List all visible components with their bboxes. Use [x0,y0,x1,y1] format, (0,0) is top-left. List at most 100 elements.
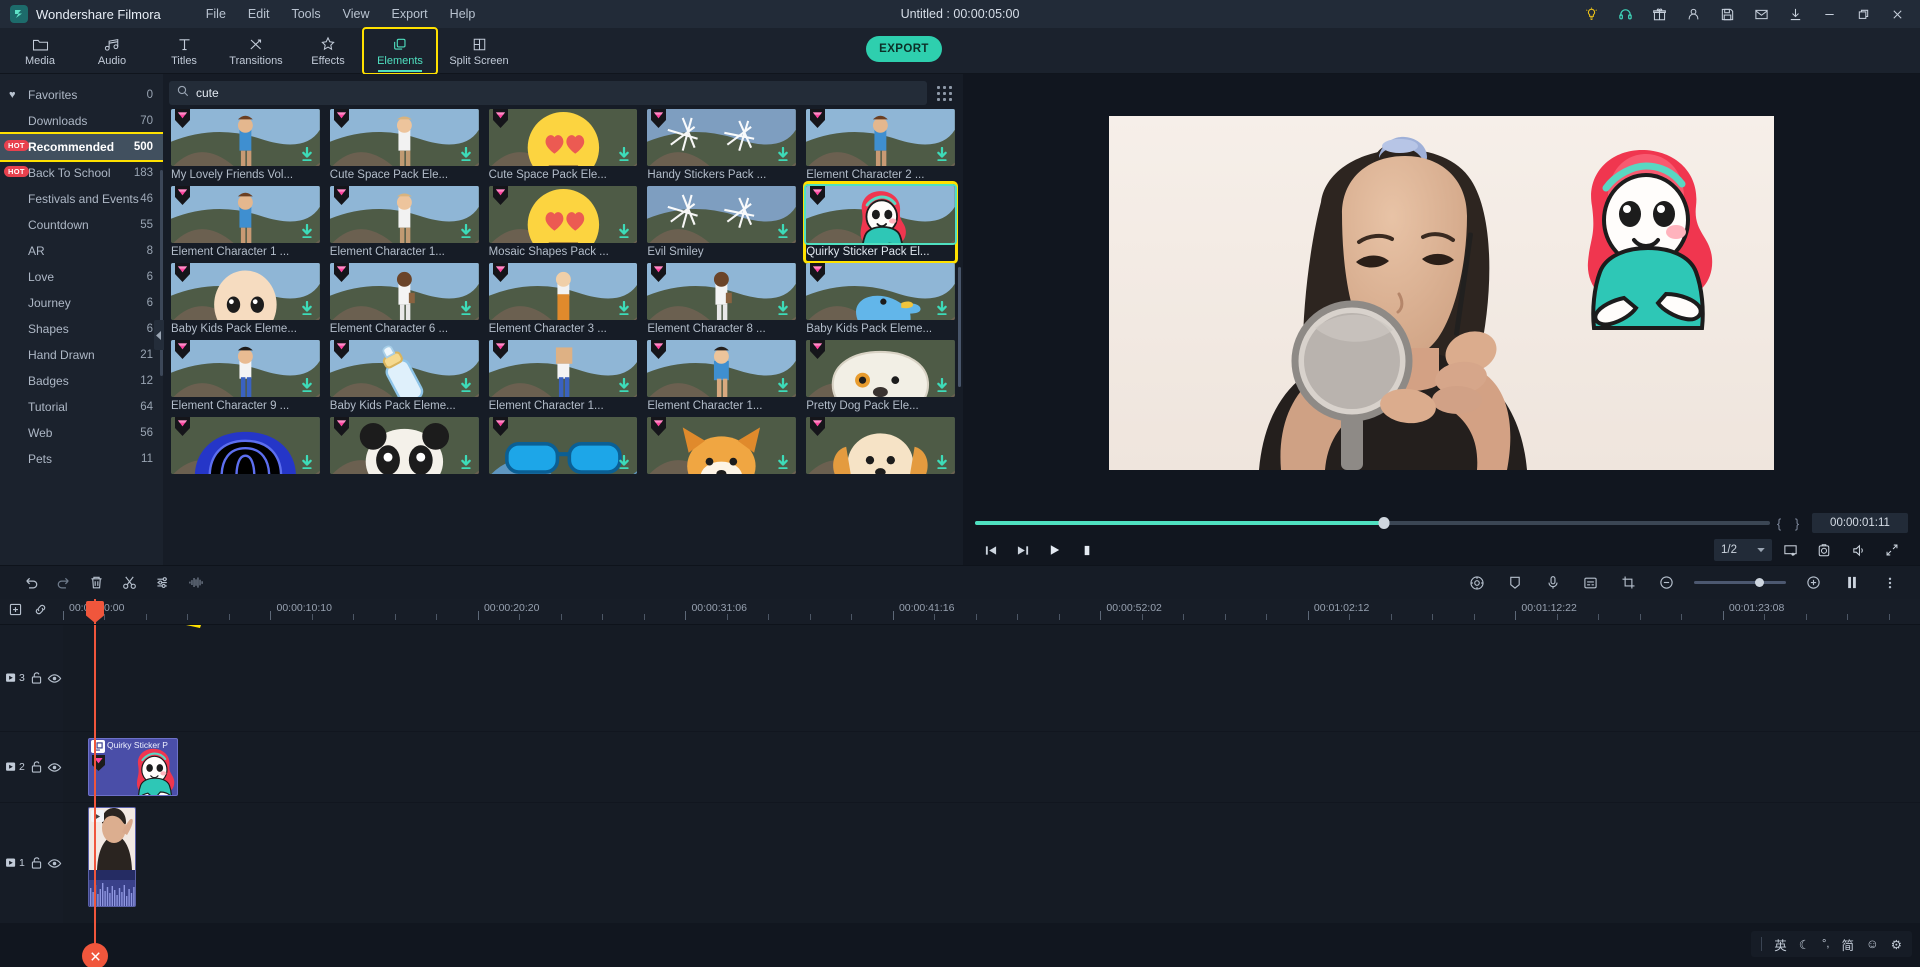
sidebar-item-ar[interactable]: AR 8 [0,238,163,264]
element-card[interactable]: Element Character 2 ... [806,107,955,184]
tab-titles[interactable]: Titles [148,29,220,73]
element-card[interactable]: Evil Smiley [647,184,797,261]
timeline-zoom-slider[interactable] [1694,578,1786,587]
element-card[interactable] [171,415,320,480]
element-card[interactable]: Handy Stickers Pack ... [647,107,797,184]
sidebar-item-countdown[interactable]: Countdown 55 [0,212,163,238]
marker-icon[interactable] [1498,568,1531,598]
element-card[interactable] [806,415,955,480]
prev-frame-icon[interactable] [975,537,1007,563]
unlock-icon[interactable] [27,671,45,685]
tab-media[interactable]: Media [4,29,76,73]
eye-visible-icon[interactable] [45,761,63,774]
punctuation-icon[interactable]: °, [1822,938,1829,950]
sidebar-item-favorites[interactable]: ♥ Favorites 0 [0,82,163,108]
account-icon[interactable] [1676,0,1710,28]
crop-icon[interactable] [1612,568,1645,598]
more-options-icon[interactable] [1873,568,1906,598]
tab-audio[interactable]: Audio [76,29,148,73]
menu-export[interactable]: Export [381,3,439,25]
sidebar-item-back-to-school[interactable]: HOT Back To School 183 [0,160,163,186]
menu-view[interactable]: View [332,3,381,25]
eye-visible-icon[interactable] [45,857,63,870]
download-icon[interactable] [1778,0,1812,28]
lightbulb-tip-icon[interactable] [1574,0,1608,28]
menu-help[interactable]: Help [439,3,487,25]
timeline-clip-element[interactable]: Quirky Sticker P [88,738,178,796]
timeline-playhead[interactable] [82,625,108,967]
minimize-icon[interactable] [1812,0,1846,28]
track-3-body[interactable] [63,625,1920,731]
tab-transitions[interactable]: Transitions [220,29,292,73]
preview-quality-select[interactable]: 1/2 [1714,539,1772,561]
sidebar-item-festivals-and-events[interactable]: Festivals and Events 46 [0,186,163,212]
render-preview-icon[interactable] [1835,568,1868,598]
sidebar-item-tutorial[interactable]: Tutorial 64 [0,394,163,420]
sidebar-item-downloads[interactable]: Downloads 70 [0,108,163,134]
element-card[interactable]: Element Character 1... [488,338,638,415]
ruler-ticks[interactable]: 00:00:00:0000:00:10:1000:00:20:2000:00:3… [63,599,1920,624]
tab-split-screen[interactable]: Split Screen [436,29,522,73]
snapshot-screen-icon[interactable] [1774,537,1806,563]
menu-file[interactable]: File [195,3,237,25]
sidebar-item-journey[interactable]: Journey 6 [0,290,163,316]
element-card[interactable]: Baby Kids Pack Eleme... [329,338,479,415]
stop-icon[interactable] [1071,537,1103,563]
search-box[interactable] [169,81,927,105]
element-card[interactable]: Cute Space Pack Ele... [488,107,638,184]
sidebar-item-pets[interactable]: Pets 11 [0,446,163,472]
split-scissors-icon[interactable] [113,568,146,598]
collapse-left-arrow-icon[interactable] [154,320,164,350]
sidebar-item-shapes[interactable]: Shapes 6 [0,316,163,342]
element-card[interactable] [647,415,797,480]
unlock-icon[interactable] [27,856,45,870]
element-card[interactable]: Element Character 3 ... [488,261,638,338]
element-card[interactable]: Baby Kids Pack Eleme... [171,261,320,338]
element-card[interactable]: Element Character 1... [647,338,797,415]
mail-icon[interactable] [1744,0,1778,28]
camera-icon[interactable] [1808,537,1840,563]
adjust-sliders-icon[interactable] [146,568,179,598]
element-card[interactable]: Element Character 6 ... [329,261,479,338]
element-card[interactable]: My Lovely Friends Vol... [171,107,320,184]
gift-icon[interactable] [1642,0,1676,28]
delete-icon[interactable] [80,568,113,598]
add-track-icon[interactable] [8,602,23,622]
tab-elements[interactable]: Elements [362,26,438,75]
track-2-body[interactable]: Quirky Sticker P [63,732,1920,802]
redo-icon[interactable] [47,568,80,598]
subtitle-icon[interactable] [1574,568,1607,598]
play-icon[interactable] [1039,537,1071,563]
gear-icon[interactable]: ⚙ [1891,937,1902,952]
sidebar-item-recommended[interactable]: HOT Recommended 500 [0,132,163,162]
element-card[interactable]: Baby Kids Pack Eleme... [806,261,955,338]
export-button[interactable]: EXPORT [866,36,942,62]
preview-progress-slider[interactable] [975,517,1770,529]
audio-waveform-icon[interactable] [179,568,212,598]
element-card[interactable] [488,415,638,480]
zoom-in-icon[interactable] [1797,568,1830,598]
fullscreen-icon[interactable] [1876,537,1908,563]
element-card[interactable]: Element Character 1 ... [171,184,320,261]
eye-visible-icon[interactable] [45,672,63,685]
element-card[interactable]: Mosaic Shapes Pack ... [488,184,638,261]
element-card[interactable]: Cute Space Pack Ele... [329,107,479,184]
zoom-slider-knob[interactable] [1754,578,1764,587]
element-card[interactable]: Element Character 8 ... [647,261,797,338]
mark-in-brace-icon[interactable]: { [1770,516,1788,531]
save-icon[interactable] [1710,0,1744,28]
zoom-out-icon[interactable] [1650,568,1683,598]
moon-icon[interactable]: ☾ [1799,937,1810,952]
sidebar-item-hand-drawn[interactable]: Hand Drawn 21 [0,342,163,368]
grid-view-icon[interactable] [931,85,957,101]
search-input[interactable] [196,86,919,100]
sidebar-item-badges[interactable]: Badges 12 [0,368,163,394]
headset-support-icon[interactable] [1608,0,1642,28]
element-card[interactable]: Pretty Dog Pack Ele... [806,338,955,415]
sidebar-item-love[interactable]: Love 6 [0,264,163,290]
mark-out-brace-icon[interactable]: } [1788,516,1806,531]
element-card[interactable]: Element Character 9 ... [171,338,320,415]
color-match-icon[interactable] [1460,568,1493,598]
ime-mode[interactable]: 简 [1842,935,1855,954]
menu-tools[interactable]: Tools [280,3,331,25]
